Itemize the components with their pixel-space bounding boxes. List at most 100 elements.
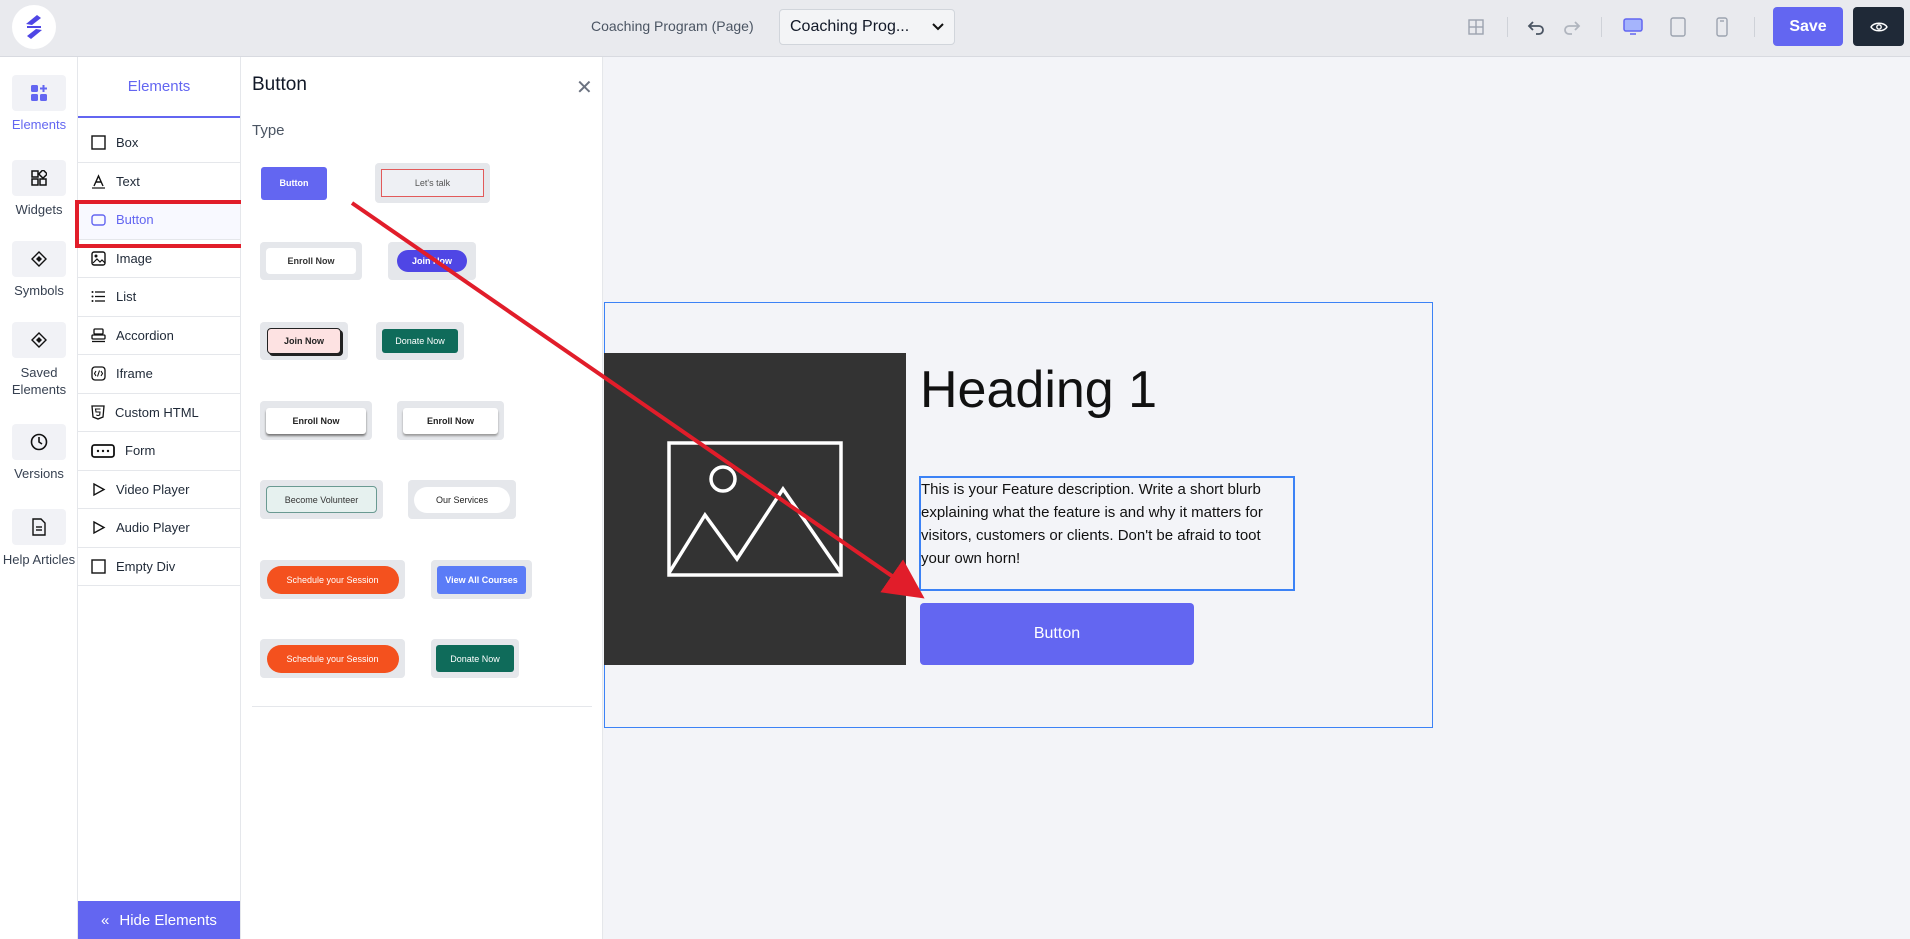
toolbar-divider [1601, 17, 1602, 37]
mobile-view-icon[interactable] [1709, 14, 1735, 40]
element-item-accordion[interactable]: Accordion [78, 317, 240, 355]
symbols-icon [12, 241, 66, 277]
elements-panel: Elements Box Text Button Image List Acco… [75, 57, 245, 939]
desktop-view-icon[interactable] [1620, 14, 1646, 40]
rail-label: Versions [14, 466, 64, 481]
element-item-audio-player[interactable]: Audio Player [78, 509, 240, 548]
button-style-sample[interactable]: Button [261, 163, 327, 203]
rail-label: Symbols [14, 283, 64, 298]
element-label: List [116, 289, 137, 305]
rail-label: Elements [11, 117, 67, 132]
play-icon [93, 521, 106, 535]
rail-label: Help Articles [2, 552, 76, 567]
canvas-heading[interactable]: Heading 1 [920, 360, 1157, 420]
left-rail: Elements Widgets Symbols Saved Elements … [0, 57, 78, 939]
button-style-sample[interactable]: View All Courses [431, 560, 532, 599]
image-icon [91, 251, 106, 266]
form-icon [91, 443, 115, 458]
sample-button: Become Volunteer [266, 486, 377, 513]
button-style-sample[interactable]: Join Now [260, 322, 348, 360]
widgets-icon [12, 160, 66, 196]
element-label: Iframe [116, 366, 153, 382]
tablet-view-icon[interactable] [1665, 14, 1691, 40]
element-label: Audio Player [116, 520, 190, 536]
rail-item-elements[interactable]: Elements [0, 75, 78, 132]
button-style-sample[interactable]: Join Now [388, 242, 476, 280]
canvas-image-placeholder[interactable] [604, 353, 906, 665]
page-label: Coaching Program (Page) [591, 18, 754, 34]
canvas-description[interactable]: This is your Feature description. Write … [919, 476, 1295, 591]
button-style-sample[interactable]: Schedule your Session [260, 639, 405, 678]
rail-item-versions[interactable]: Versions [0, 424, 78, 481]
sample-button: Enroll Now [403, 407, 498, 434]
element-item-iframe[interactable]: Iframe [78, 355, 240, 394]
button-style-sample[interactable]: Enroll Now [397, 401, 504, 440]
button-style-sample[interactable]: Donate Now [431, 639, 519, 678]
sample-button: Donate Now [382, 329, 458, 353]
rail-item-help-articles[interactable]: Help Articles [0, 509, 78, 568]
document-icon [12, 509, 66, 545]
hide-elements-button[interactable]: « Hide Elements [78, 901, 240, 939]
canvas-button[interactable]: Button [920, 603, 1194, 665]
toolbar-divider [1507, 17, 1508, 37]
element-label: Button [116, 212, 154, 228]
element-item-video-player[interactable]: Video Player [78, 471, 240, 509]
box-icon [91, 559, 106, 574]
list-icon [91, 291, 105, 303]
page-select[interactable]: Coaching Prog... [779, 9, 955, 45]
redo-icon[interactable] [1559, 14, 1585, 40]
button-style-sample[interactable]: Donate Now [376, 322, 464, 360]
element-item-box[interactable]: Box [78, 124, 240, 163]
rail-item-widgets[interactable]: Widgets [0, 160, 78, 217]
element-label: Accordion [116, 327, 174, 343]
eye-icon [1869, 22, 1888, 31]
button-style-sample[interactable]: Enroll Now [260, 242, 362, 280]
page-select-value: Coaching Prog... [790, 18, 910, 35]
iframe-icon [91, 366, 106, 381]
button-icon [91, 214, 106, 226]
button-style-sample[interactable]: Let's talk [375, 163, 490, 203]
saved-elements-icon [12, 322, 66, 358]
element-item-custom-html[interactable]: Custom HTML [78, 394, 240, 432]
element-label: Video Player [116, 481, 190, 497]
html-icon [91, 405, 105, 420]
toolbar-divider [1754, 17, 1755, 37]
element-label: Text [116, 173, 140, 189]
save-button[interactable]: Save [1773, 7, 1843, 46]
button-style-sample[interactable]: Schedule your Session [260, 560, 405, 599]
sample-button: Schedule your Session [266, 565, 399, 594]
hide-elements-label: Hide Elements [119, 911, 217, 929]
sample-button: Enroll Now [266, 248, 356, 274]
element-item-button[interactable]: Button [75, 200, 245, 248]
rail-item-saved-elements[interactable]: Saved Elements [0, 322, 78, 398]
rail-item-symbols[interactable]: Symbols [0, 241, 78, 298]
grid-icon[interactable] [1463, 14, 1489, 40]
button-style-sample[interactable]: Our Services [408, 480, 516, 519]
sample-button: Enroll Now [266, 407, 366, 434]
close-icon[interactable]: ✕ [576, 75, 593, 100]
element-item-list[interactable]: List [78, 278, 240, 317]
button-style-sample[interactable]: Become Volunteer [260, 480, 383, 519]
button-style-sample[interactable]: Enroll Now [260, 401, 372, 440]
sample-button: Join Now [267, 328, 341, 354]
undo-icon[interactable] [1523, 14, 1549, 40]
image-placeholder-icon [667, 441, 843, 577]
app-logo[interactable] [12, 5, 56, 49]
element-label: Form [125, 443, 156, 459]
type-label: Type [252, 122, 285, 139]
element-item-empty-div[interactable]: Empty Div [78, 548, 240, 586]
element-item-image[interactable]: Image [78, 240, 240, 278]
element-item-form[interactable]: Form [78, 432, 240, 471]
sample-button: View All Courses [437, 565, 526, 594]
tab-elements[interactable]: Elements [78, 57, 240, 118]
sample-button: Donate Now [436, 645, 514, 672]
element-item-text[interactable]: Text [78, 163, 240, 201]
chevron-down-icon [932, 23, 944, 31]
rail-label: Widgets [15, 202, 63, 217]
box-icon [91, 135, 106, 150]
text-icon [92, 174, 105, 189]
preview-button[interactable] [1853, 7, 1904, 46]
play-icon [93, 482, 106, 496]
element-label: Empty Div [116, 558, 176, 574]
sample-button: Schedule your Session [266, 644, 399, 673]
